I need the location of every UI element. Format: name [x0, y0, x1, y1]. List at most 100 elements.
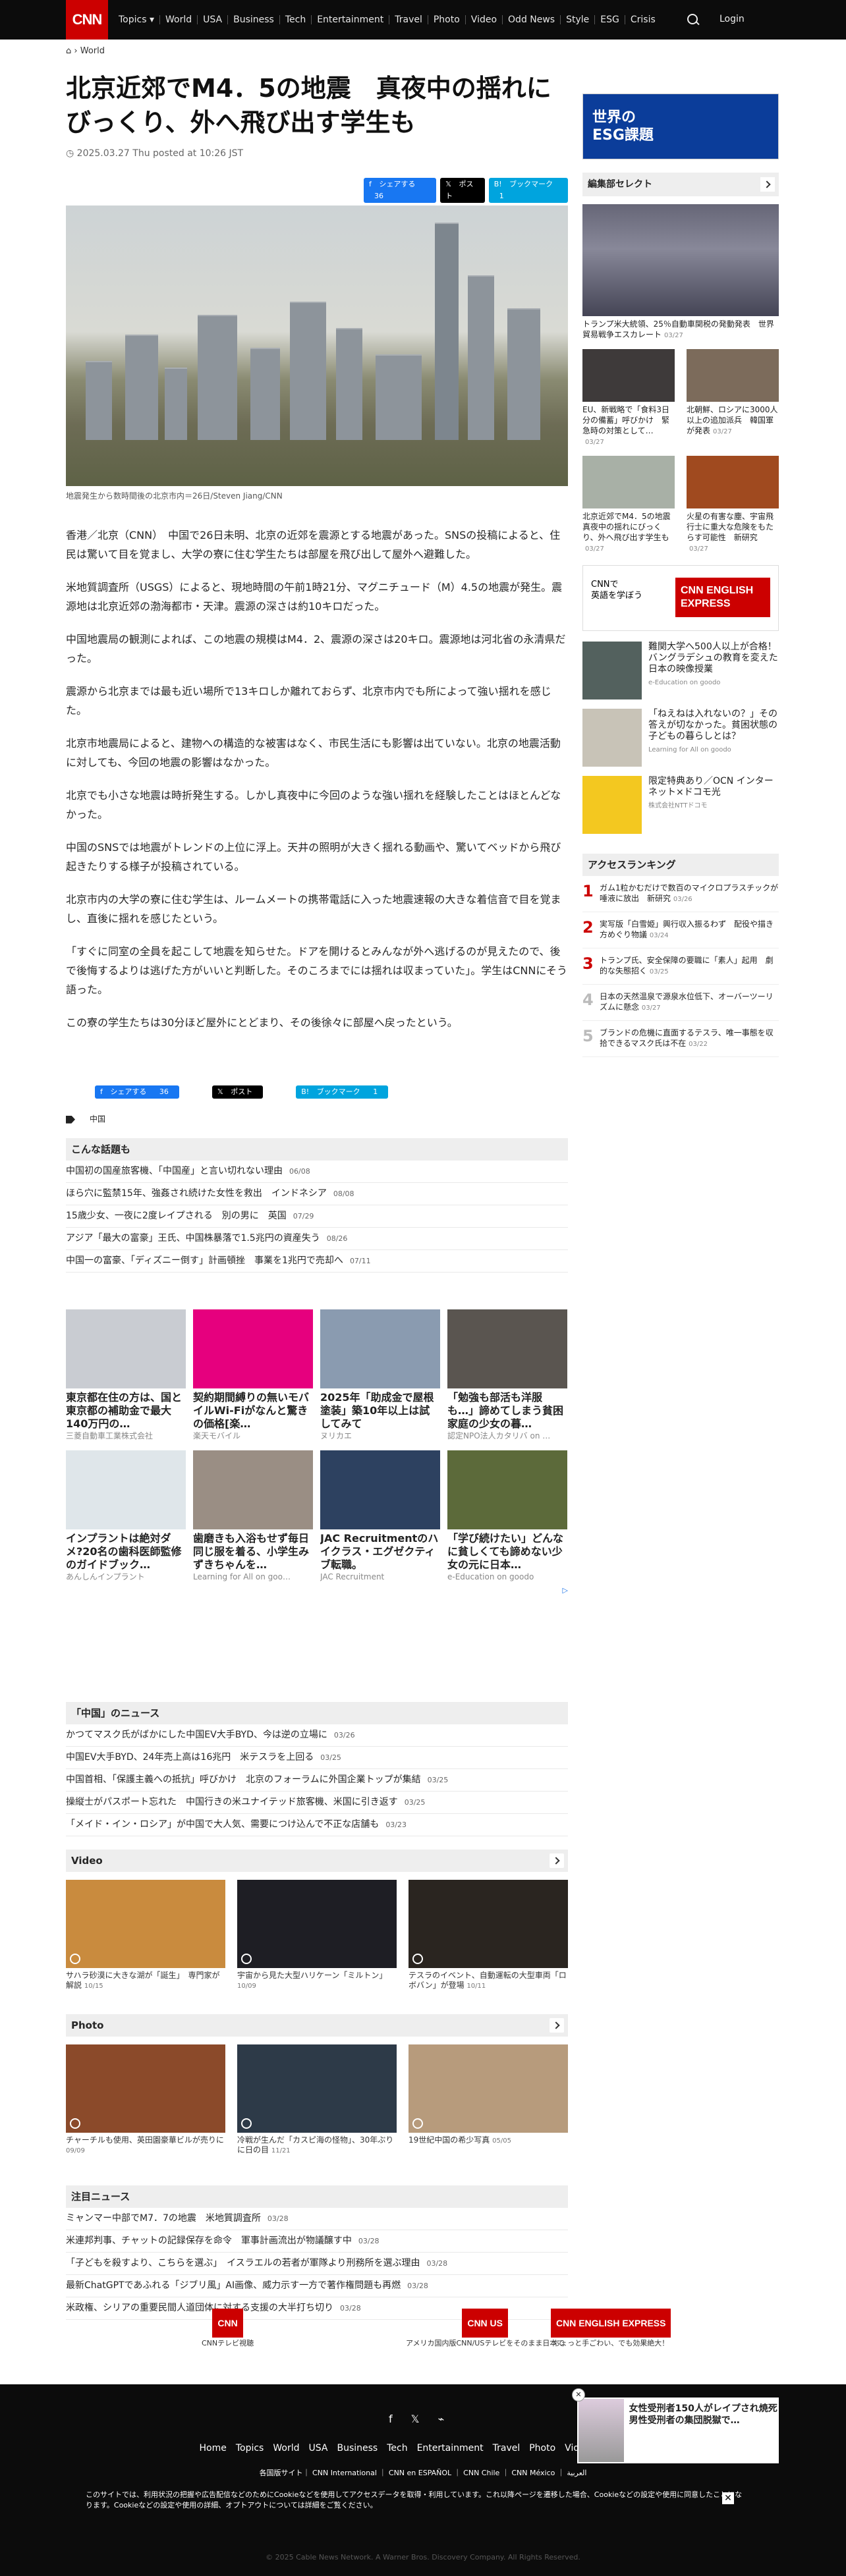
china-news-section: 「中国」のニュース かつてマスク氏がばかにした中国EV大手BYD、今は逆の立場に…: [66, 1702, 568, 1836]
footer-nav-item[interactable]: Tech: [387, 2443, 407, 2453]
threads-icon[interactable]: ⌁: [438, 2411, 445, 2428]
footer-nav-item[interactable]: USA: [308, 2443, 327, 2453]
sponsored-card[interactable]: 2025年「助成金で屋根塗装」築10年以上は試してみて ヌリカエ: [320, 1309, 440, 1441]
nav-item[interactable]: World: [160, 15, 198, 24]
nav-item[interactable]: Crisis: [625, 15, 661, 24]
x-post-button[interactable]: 𝕏 ポスト: [440, 178, 485, 203]
nav-item[interactable]: Topics ▾: [113, 15, 160, 24]
ranking-item[interactable]: 5 ブランドの危機に直面するテスラ、唯一事態を収拾できるマスク氏は不在 03/22: [582, 1021, 779, 1057]
photo-card[interactable]: チャーチルも使用、英田園豪華ビルが売りに 09/09: [66, 2044, 225, 2156]
ranking-item[interactable]: 4 日本の天然温泉で源泉水位低下、オーバーツーリズムに懸念 03/27: [582, 985, 779, 1021]
list-item[interactable]: ほら穴に監禁15年、強姦され続けた女性を救出 インドネシア 08/08: [66, 1183, 568, 1205]
cookie-close-icon[interactable]: ✕: [722, 2492, 734, 2504]
ranking-item[interactable]: 2 実写版「白雪姫」興行収入振るわず 配役や描き方めぐり物議 03/24: [582, 912, 779, 948]
nav-item[interactable]: Business: [228, 15, 280, 24]
ranking-date: 03/24: [649, 932, 669, 939]
video-card[interactable]: サハラ砂漠に大きな湖が「誕生」 専門家が解説 10/15: [66, 1880, 225, 1991]
list-item[interactable]: 「メイド・イン・ロシア」が中国で大人気、需要につけ込んで不正な店舗も 03/23: [66, 1814, 568, 1836]
list-item-date: 03/28: [358, 2237, 380, 2245]
list-item[interactable]: 米連邦判事、チャットの記録保存を命令 軍事計画流出が物議醸す中 03/28: [66, 2230, 568, 2253]
sponsored-card[interactable]: インプラントは絶対ダメ?20名の歯科医師監修のガイドブック… あんしんインプラント: [66, 1450, 186, 1582]
facebook-share-button[interactable]: f シェアする 36: [364, 178, 437, 203]
sponsored-card[interactable]: 歯磨きも入浴もせず毎日同じ服を着る、小学生みずきちゃんを… Learning fo…: [193, 1450, 313, 1582]
login-link[interactable]: Login: [719, 12, 745, 26]
sponsored-card[interactable]: 「学び続けたい」どんなに貧しくても諦めない少女の元に日本… e-Education…: [447, 1450, 567, 1582]
breadcrumb-section[interactable]: World: [80, 46, 105, 56]
video-card[interactable]: 宇宙から見た大型ハリケーン「ミルトン」 10/09: [237, 1880, 397, 1991]
nav-item[interactable]: ESG: [595, 15, 625, 24]
sidebar-sponsored-item[interactable]: 限定特典あり／OCN インターネット×ドコモ光 株式会社NTTドコモ: [582, 776, 779, 834]
sponsored-card[interactable]: 契約期間縛りの無いモバイルWi-Fiがなんと驚きの価格[楽… 楽天モバイル: [193, 1309, 313, 1441]
footer-nav-item[interactable]: Entertainment: [417, 2443, 484, 2453]
list-item-date: 03/25: [404, 1798, 426, 1807]
esg-ad-banner[interactable]: 世界の ESG課題: [582, 94, 779, 159]
footer-logo-link[interactable]: CNN ENGLISH EXPRESS ちょっと手ごわい、でも効果絶大！: [551, 2309, 671, 2349]
footer-nav-item[interactable]: Home: [200, 2443, 227, 2453]
editor-item-text: 火星の有害な塵、宇宙飛行士に重大な危険をもたらす可能性 新研究 03/27: [687, 511, 779, 555]
footer-logo-link[interactable]: CNN CNNテレビ視聴: [202, 2309, 254, 2349]
list-item[interactable]: アジア「最大の富豪」王氏、中国株暴落で1.5兆円の資産失う 08/26: [66, 1228, 568, 1250]
search-icon[interactable]: [685, 12, 701, 28]
list-item[interactable]: 「子どもを殺すより、こちらを選ぶ」 イスラエルの若者が軍隊より刑務所を選ぶ理由 0…: [66, 2253, 568, 2275]
nav-item[interactable]: Style: [561, 15, 596, 24]
nav-item[interactable]: Odd News: [503, 15, 561, 24]
nav-item[interactable]: Tech: [280, 15, 312, 24]
ranking-item[interactable]: 1 ガム1粒かむだけで数百のマイクロプラスチックが唾液に放出 新研究 03/26: [582, 876, 779, 912]
ranking-item[interactable]: 3 トランプ氏、安全保障の要職に「素人」起用 劇的な失態招く 03/25: [582, 948, 779, 985]
editor-item[interactable]: 北朝鮮、ロシアに3000人以上の追加派兵 韓国軍が発表 03/27: [687, 349, 779, 448]
footer-nav-item[interactable]: Topics: [236, 2443, 264, 2453]
photo-more-arrow-icon[interactable]: [550, 2018, 564, 2033]
list-item[interactable]: 中国初の国産旅客機、「中国産」と言い切れない理由 06/08: [66, 1161, 568, 1183]
nav-item[interactable]: USA: [198, 15, 229, 24]
nav-item[interactable]: Travel: [389, 15, 428, 24]
list-item[interactable]: かつてマスク氏がばかにした中国EV大手BYD、今は逆の立場に 03/26: [66, 1724, 568, 1747]
editor-main-image: [582, 204, 779, 316]
editor-item[interactable]: 北京近郊でM4．5の地震 真夜中の揺れにびっくり、外へ飛び出す学生も 03/27: [582, 456, 679, 555]
list-item[interactable]: 最新ChatGPTであふれる「ジブリ風」AI画像、威力示す一方で著作権問題も再燃…: [66, 2275, 568, 2297]
footer-nav-item[interactable]: Photo: [529, 2443, 555, 2453]
editor-item[interactable]: EU、新戦略で「食料3日分の備蓄」呼びかけ 緊急時の対策として… 03/27: [582, 349, 675, 448]
hatena-bookmark-button[interactable]: B! ブックマーク 1: [488, 178, 568, 203]
list-item[interactable]: 中国EV大手BYD、24年売上高は16兆円 米テスラを上回る 03/25: [66, 1747, 568, 1769]
list-item[interactable]: 操縦士がパスポート忘れた 中国行きの米ユナイテッド旅客機、米国に引き返す 03/2…: [66, 1792, 568, 1814]
list-item[interactable]: ミャンマー中部でM7．7の地震 米地質調査所 03/28: [66, 2208, 568, 2230]
facebook-icon[interactable]: f: [389, 2411, 393, 2428]
cnn-english-ad[interactable]: CNNで 英語を学ぼう CNN ENGLISH EXPRESS: [582, 565, 779, 631]
photo-card[interactable]: 冷戦が生んだ「カスピ海の怪物」、30年ぶりに日の目 11/21: [237, 2044, 397, 2156]
footer-nav-item[interactable]: Business: [337, 2443, 378, 2453]
sponsored-card[interactable]: 「勉強も部活も洋服も…」諦めてしまう貧困家庭の少女の暮… 認定NPO法人カタリバ …: [447, 1309, 567, 1441]
video-more-arrow-icon[interactable]: [550, 1853, 564, 1868]
nav-item[interactable]: Entertainment: [312, 15, 390, 24]
sidebar-sponsored-item[interactable]: 難関大学へ500人以上が合格！バングラデシュの教育を変えた日本の映像授業 e-Ed…: [582, 642, 779, 699]
x-post-button-bottom[interactable]: 𝕏 ポスト: [212, 1085, 264, 1099]
facebook-share-button-bottom[interactable]: f シェアする 36: [95, 1085, 179, 1099]
nav-item[interactable]: Photo: [428, 15, 466, 24]
adchoices-icon[interactable]: ▷: [66, 1585, 568, 1597]
floating-recommend[interactable]: ✕ 女性受刑者150人がレイプされ焼死 男性受刑者の集団脱獄で…: [572, 2388, 787, 2463]
video-card[interactable]: テスラのイベント、自動運転の大型車両「ロボバン」が登場 10/11: [409, 1880, 568, 1991]
editor-item[interactable]: 火星の有害な塵、宇宙飛行士に重大な危険をもたらす可能性 新研究 03/27: [687, 456, 779, 555]
cnn-logo[interactable]: CNN: [66, 0, 108, 40]
editions-links[interactable]: 各国版サイト｜ CNN International ｜ CNN en ESPAÑ…: [0, 2467, 846, 2479]
photo-card[interactable]: 19世紀中国の希少写真 05/05: [409, 2044, 568, 2156]
list-item[interactable]: 中国首相、「保護主義への抵抗」呼びかけ 北京のフォーラムに外国企業トップが集結 0…: [66, 1769, 568, 1792]
list-item-date: 03/28: [426, 2259, 448, 2268]
tag-link[interactable]: 中国: [90, 1113, 105, 1126]
photo-card-title: チャーチルも使用、英田園豪華ビルが売りに 09/09: [66, 2135, 225, 2156]
close-icon[interactable]: ✕: [572, 2388, 585, 2401]
editor-main-item[interactable]: トランプ米大統領、25％自動車関税の発動発表 世界貿易戦争エスカレート 03/27: [582, 204, 779, 341]
hatena-bookmark-button-bottom[interactable]: B! ブックマーク 1: [296, 1085, 389, 1099]
home-icon[interactable]: ⌂: [66, 46, 71, 56]
list-item[interactable]: 中国一の富豪、「ディズニー倒す」計画頓挫 事業を1兆円で売却へ 07/11: [66, 1250, 568, 1273]
editor-more-arrow-icon[interactable]: [760, 177, 775, 192]
sponsored-card[interactable]: JAC Recruitmentのハイクラス・エグゼクティブ転職。 JAC Recr…: [320, 1450, 440, 1582]
footer-nav-item[interactable]: World: [273, 2443, 299, 2453]
list-item[interactable]: 15歳少女、一夜に2度レイプされる 別の男に 英国 07/29: [66, 1205, 568, 1228]
photo-section: Photo チャーチルも使用、英田園豪華ビルが売りに 09/09 冷戦が生んだ「カ…: [66, 2014, 568, 2156]
footer-logo-link[interactable]: CNN US アメリカ国内版CNN/USテレビをそのまま日本で: [406, 2309, 564, 2349]
nav-item[interactable]: Video: [466, 15, 503, 24]
sponsored-card[interactable]: 東京都在住の方は、国と東京都の補助金で最大140万円の… 三菱自動車工業株式会社: [66, 1309, 186, 1441]
sidebar-sponsored-item[interactable]: 「ねえねは入れないの？」その答えが切なかった。貧困状態の子どもの暮らしとは？ Le…: [582, 709, 779, 767]
x-icon[interactable]: 𝕏: [411, 2411, 420, 2428]
footer-nav-item[interactable]: Travel: [493, 2443, 521, 2453]
